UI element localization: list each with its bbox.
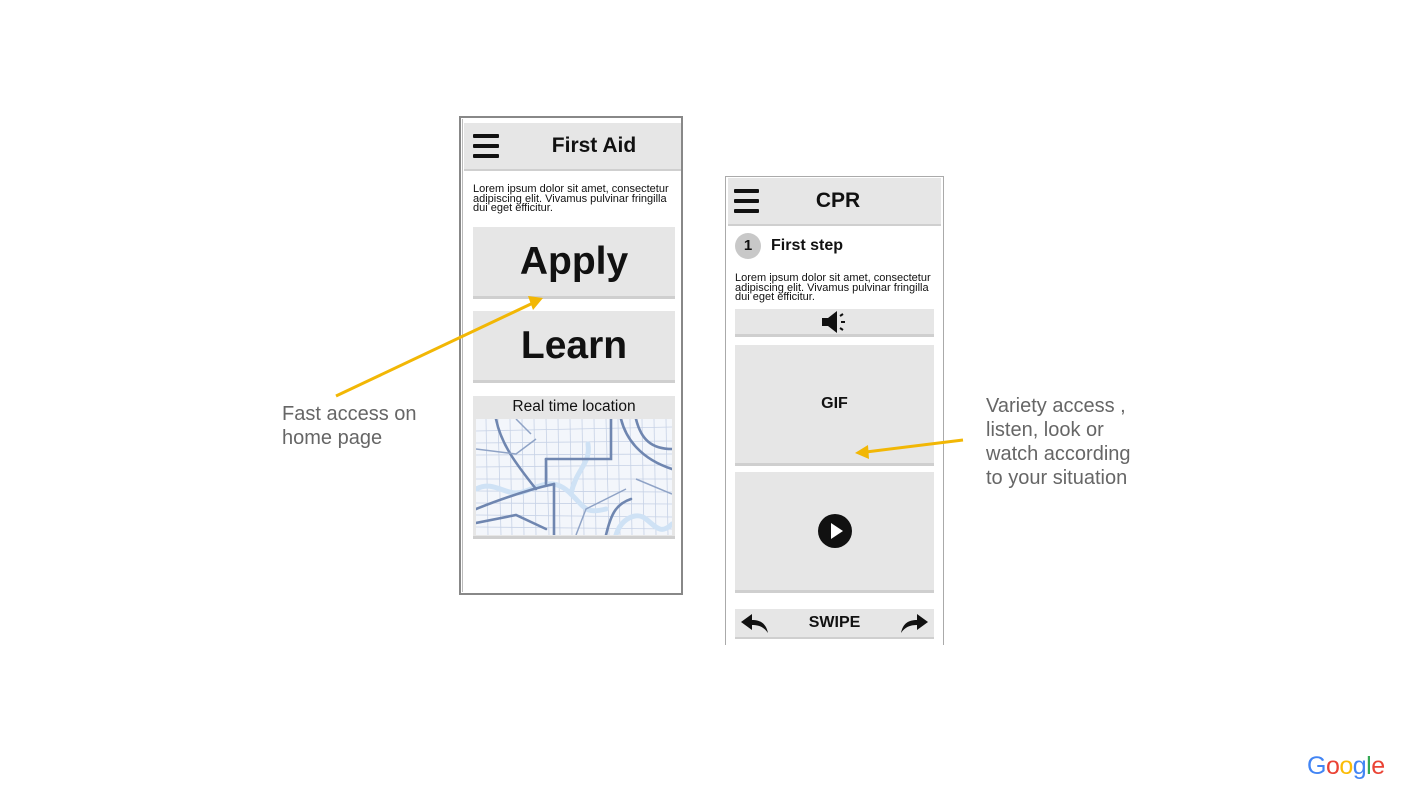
arrow-to-gif — [855, 438, 964, 459]
arrow-to-apply — [335, 296, 543, 398]
annotation-variety-access: Variety access , listen, look or watch a… — [986, 395, 1131, 489]
google-logo: Google — [1307, 752, 1385, 780]
annotation-fast-access: Fast access on home page — [282, 403, 417, 449]
annotation-arrows — [335, 296, 964, 459]
